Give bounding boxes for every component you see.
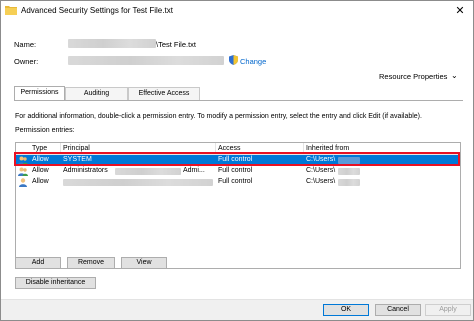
redacted-principal (63, 179, 213, 186)
info-text: For additional information, double-click… (15, 113, 422, 120)
redacted-principal (115, 168, 181, 175)
entry-access: Full control (218, 167, 253, 174)
add-button[interactable]: Add (15, 257, 61, 269)
selected-entry-highlight (14, 152, 460, 166)
resource-properties-link[interactable]: Resource Properties (379, 72, 447, 81)
entry-type: Allow (32, 178, 49, 185)
entry-access: Full control (218, 178, 253, 185)
change-owner-link[interactable]: Change (240, 57, 266, 66)
owner-label: Owner: (14, 57, 39, 66)
folder-icon (5, 6, 17, 15)
users-icon (18, 167, 28, 176)
view-button[interactable]: View (121, 257, 167, 269)
tab-permissions[interactable]: Permissions (14, 86, 65, 100)
ok-button[interactable]: OK (323, 304, 369, 316)
redacted-path (68, 39, 156, 48)
permission-entries-label: Permission entries: (15, 127, 75, 134)
dialog-footer: OK Cancel Apply (1, 299, 473, 320)
column-type[interactable]: Type (32, 145, 47, 152)
window-title: Advanced Security Settings for Test File… (21, 6, 173, 15)
apply-button[interactable]: Apply (425, 304, 471, 316)
disable-inheritance-button[interactable]: Disable inheritance (15, 277, 96, 289)
tab-auditing[interactable]: Auditing (65, 87, 128, 100)
entry-inherited-from: C:\Users\ (306, 178, 336, 185)
list-item-user[interactable]: Allow Full control C:\Users\ (16, 177, 460, 188)
title-bar[interactable]: Advanced Security Settings for Test File… (1, 1, 473, 21)
redacted-inherited (338, 179, 360, 186)
remove-button[interactable]: Remove (67, 257, 115, 269)
file-name-value: \Test File.txt (156, 40, 197, 49)
redacted-inherited (338, 168, 360, 175)
dialog-body: Name: \Test File.txt Owner: Change Resou… (1, 21, 473, 320)
name-label: Name: (14, 40, 37, 49)
cancel-button[interactable]: Cancel (375, 304, 421, 316)
user-icon (19, 178, 27, 187)
tab-divider (14, 100, 463, 101)
column-access[interactable]: Access (218, 145, 241, 152)
redacted-owner (68, 56, 224, 65)
column-principal[interactable]: Principal (63, 145, 90, 152)
close-icon[interactable]: ✕ (453, 4, 467, 18)
list-item-administrators[interactable]: Allow Administrators Admi... Full contro… (16, 166, 460, 177)
uac-shield-icon (229, 55, 238, 65)
column-inherited-from[interactable]: Inherited from (306, 145, 349, 152)
entry-inherited-from: C:\Users\ (306, 167, 336, 174)
entry-principal: Administrators (63, 167, 108, 174)
advanced-security-settings-dialog: Advanced Security Settings for Test File… (0, 0, 474, 321)
entry-principal-suffix: Admi... (183, 167, 205, 174)
entry-type: Allow (32, 167, 49, 174)
tab-effective-access[interactable]: Effective Access (128, 87, 200, 100)
chevron-down-icon[interactable]: ⌄ (451, 71, 458, 80)
